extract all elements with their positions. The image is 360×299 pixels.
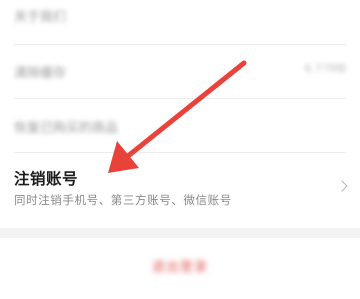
- arrow-shaft: [125, 60, 247, 159]
- arrow-head: [108, 141, 139, 173]
- pointer-arrow-icon: [108, 60, 247, 173]
